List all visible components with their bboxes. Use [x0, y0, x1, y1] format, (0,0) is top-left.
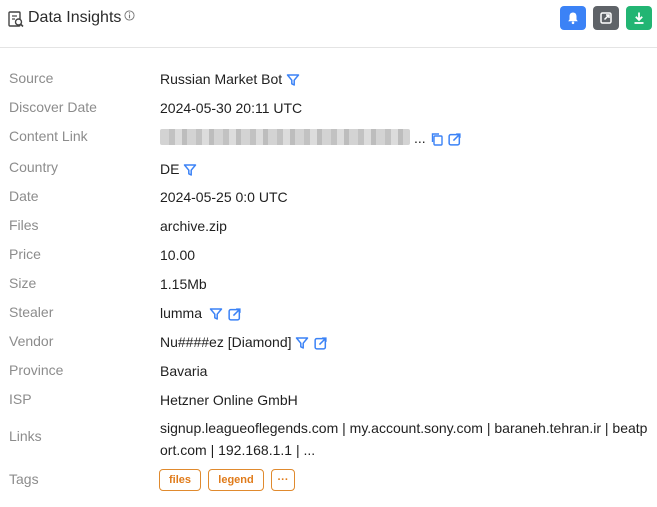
- external-link-icon[interactable]: [227, 307, 242, 322]
- filter-icon[interactable]: [183, 163, 197, 177]
- open-external-button[interactable]: [593, 6, 619, 30]
- tags-label: Tags: [9, 471, 39, 487]
- files-value: archive.zip: [160, 218, 227, 234]
- price-value: 10.00: [160, 247, 196, 263]
- links-value: signup.leagueoflegends.com | my.account.…: [160, 420, 648, 458]
- stealer-value-row: lumma: [160, 305, 242, 322]
- vendor-value: Nu####ez [Diamond]: [160, 334, 292, 350]
- download-icon: [634, 12, 644, 24]
- content-link-label: Content Link: [9, 128, 88, 144]
- more-tags-button[interactable]: ···: [271, 469, 295, 491]
- notify-button[interactable]: [560, 6, 586, 30]
- size-label: Size: [9, 275, 37, 291]
- page-title: Data Insights: [28, 9, 122, 26]
- content-link-actions: ...: [414, 130, 462, 147]
- isp-value: Hetzner Online GmbH: [160, 392, 298, 408]
- external-link-icon[interactable]: [447, 132, 462, 147]
- tag-files[interactable]: files: [159, 469, 201, 491]
- source-value-row: Russian Market Bot: [160, 71, 300, 87]
- report-search-icon: [8, 11, 24, 28]
- vendor-value-row: Nu####ez [Diamond]: [160, 334, 328, 351]
- discover-date-value: 2024-05-30 20:11 UTC: [160, 100, 303, 116]
- files-label: Files: [9, 217, 39, 233]
- info-circle-icon[interactable]: [124, 10, 135, 21]
- country-label: Country: [9, 159, 59, 175]
- source-value: Russian Market Bot: [160, 71, 283, 87]
- country-value: DE: [160, 161, 180, 177]
- content-link-ellipsis: ...: [414, 130, 426, 146]
- stealer-value: lumma: [160, 305, 203, 321]
- tag-legend[interactable]: legend: [208, 469, 264, 491]
- header-bar: Data Insights: [0, 0, 657, 48]
- filter-icon[interactable]: [209, 307, 223, 321]
- download-button[interactable]: [626, 6, 652, 30]
- discover-date-label: Discover Date: [9, 99, 97, 115]
- external-link-icon: [600, 12, 612, 24]
- content-link-redacted: [160, 129, 410, 145]
- external-link-icon[interactable]: [313, 336, 328, 351]
- vendor-label: Vendor: [9, 333, 54, 349]
- stealer-label: Stealer: [9, 304, 54, 320]
- province-label: Province: [9, 362, 64, 378]
- source-label: Source: [9, 70, 54, 86]
- size-value: 1.15Mb: [160, 276, 207, 292]
- links-label: Links: [9, 428, 42, 444]
- filter-icon[interactable]: [295, 336, 309, 350]
- filter-icon[interactable]: [286, 73, 300, 87]
- country-value-row: DE: [160, 161, 197, 177]
- province-value: Bavaria: [160, 363, 208, 379]
- price-label: Price: [9, 246, 41, 262]
- isp-label: ISP: [9, 391, 32, 407]
- copy-icon[interactable]: [430, 132, 444, 146]
- bell-icon: [568, 12, 578, 25]
- date-value: 2024-05-25 0:0 UTC: [160, 189, 288, 205]
- date-label: Date: [9, 188, 39, 204]
